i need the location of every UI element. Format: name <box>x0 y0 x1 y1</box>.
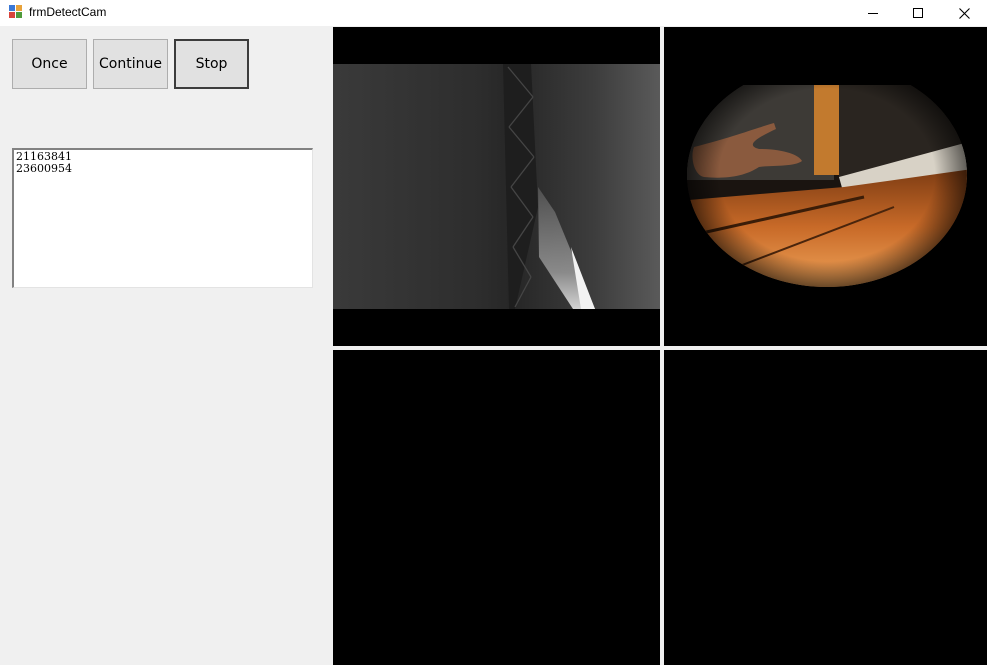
device-serial-line: 23600954 <box>16 162 72 175</box>
minimize-button[interactable] <box>850 0 896 26</box>
window-title: frmDetectCam <box>29 5 107 19</box>
close-button[interactable] <box>941 0 987 26</box>
camera-view-4[interactable] <box>664 350 987 665</box>
maximize-button[interactable] <box>895 0 941 26</box>
form-client-area: Once Continue Stop 21163841 23600954 <box>0 26 987 665</box>
device-list-textbox[interactable]: 21163841 23600954 <box>12 148 313 288</box>
once-button[interactable]: Once <box>12 39 87 89</box>
camera-view-1[interactable] <box>333 27 660 346</box>
camera-view-3[interactable] <box>333 350 660 665</box>
close-icon <box>958 7 970 19</box>
maximize-icon <box>913 8 923 18</box>
app-form-icon[interactable] <box>9 5 23 19</box>
camera-1-image <box>333 64 660 309</box>
stop-button[interactable]: Stop <box>174 39 249 89</box>
title-bar: frmDetectCam <box>0 0 987 26</box>
camera-2-image <box>687 63 967 287</box>
continue-button[interactable]: Continue <box>93 39 168 89</box>
minimize-icon <box>868 13 878 14</box>
camera-view-2[interactable] <box>664 27 987 346</box>
